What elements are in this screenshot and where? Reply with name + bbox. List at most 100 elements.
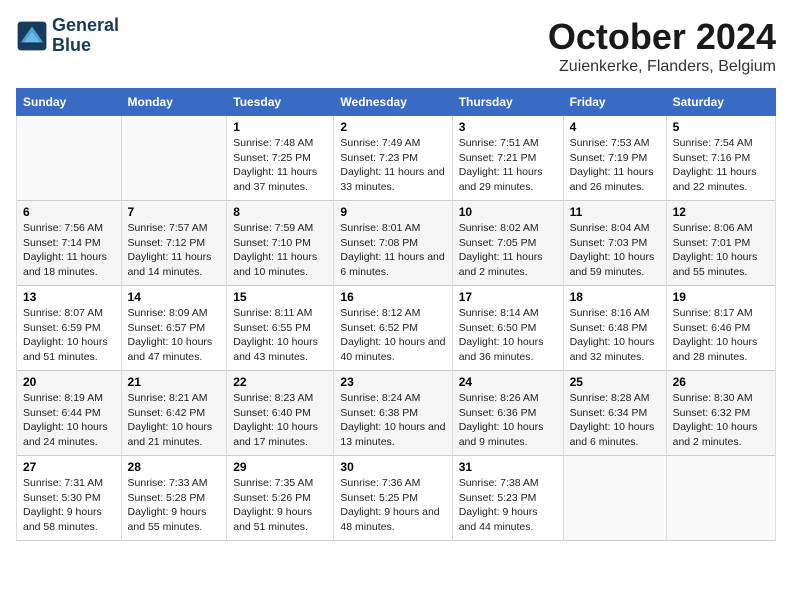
- day-info: Sunrise: 8:16 AM Sunset: 6:48 PM Dayligh…: [570, 306, 660, 365]
- day-info: Sunrise: 7:59 AM Sunset: 7:10 PM Dayligh…: [233, 221, 327, 280]
- day-number: 19: [673, 290, 769, 304]
- day-info: Sunrise: 7:36 AM Sunset: 5:25 PM Dayligh…: [340, 476, 445, 535]
- day-info: Sunrise: 7:51 AM Sunset: 7:21 PM Dayligh…: [459, 136, 557, 195]
- day-number: 8: [233, 205, 327, 219]
- calendar-table: SundayMondayTuesdayWednesdayThursdayFrid…: [16, 88, 776, 541]
- calendar-cell: 13Sunrise: 8:07 AM Sunset: 6:59 PM Dayli…: [17, 286, 122, 371]
- weekday-header: Tuesday: [227, 89, 334, 116]
- day-number: 12: [673, 205, 769, 219]
- calendar-cell: 12 Sunrise: 8:06 AM Sunset: 7:01 PM Dayli…: [666, 201, 775, 286]
- day-info: Sunrise: 7:48 AM Sunset: 7:25 PM Dayligh…: [233, 136, 327, 195]
- day-info: Sunrise: 8:01 AM Sunset: 7:08 PM Dayligh…: [340, 221, 445, 280]
- calendar-cell: 26Sunrise: 8:30 AM Sunset: 6:32 PM Dayli…: [666, 371, 775, 456]
- calendar-week-row: 27Sunrise: 7:31 AM Sunset: 5:30 PM Dayli…: [17, 456, 776, 541]
- day-number: 5: [673, 120, 769, 134]
- calendar-cell: 28 Sunrise: 7:33 AM Sunset: 5:28 PM Dayli…: [121, 456, 227, 541]
- day-number: 24: [459, 375, 557, 389]
- day-number: 25: [570, 375, 660, 389]
- day-info: Sunrise: 8:26 AM Sunset: 6:36 PM Dayligh…: [459, 391, 557, 450]
- header-row: SundayMondayTuesdayWednesdayThursdayFrid…: [17, 89, 776, 116]
- calendar-cell: 24 Sunrise: 8:26 AM Sunset: 6:36 PM Dayli…: [452, 371, 563, 456]
- day-number: 9: [340, 205, 445, 219]
- calendar-week-row: 1 Sunrise: 7:48 AM Sunset: 7:25 PM Daylig…: [17, 116, 776, 201]
- day-info: Sunrise: 7:33 AM Sunset: 5:28 PM Dayligh…: [128, 476, 221, 535]
- day-number: 31: [459, 460, 557, 474]
- subtitle: Zuienkerke, Flanders, Belgium: [548, 58, 776, 76]
- day-info: Sunrise: 8:23 AM Sunset: 6:40 PM Dayligh…: [233, 391, 327, 450]
- day-number: 7: [128, 205, 221, 219]
- day-info: Sunrise: 8:11 AM Sunset: 6:55 PM Dayligh…: [233, 306, 327, 365]
- logo: General Blue: [16, 16, 119, 56]
- day-info: Sunrise: 8:02 AM Sunset: 7:05 PM Dayligh…: [459, 221, 557, 280]
- weekday-header: Sunday: [17, 89, 122, 116]
- calendar-cell: 21 Sunrise: 8:21 AM Sunset: 6:42 PM Dayli…: [121, 371, 227, 456]
- calendar-cell: 8 Sunrise: 7:59 AM Sunset: 7:10 PM Daylig…: [227, 201, 334, 286]
- day-number: 1: [233, 120, 327, 134]
- calendar-week-row: 13Sunrise: 8:07 AM Sunset: 6:59 PM Dayli…: [17, 286, 776, 371]
- day-info: Sunrise: 8:21 AM Sunset: 6:42 PM Dayligh…: [128, 391, 221, 450]
- calendar-week-row: 6Sunrise: 7:56 AM Sunset: 7:14 PM Daylig…: [17, 201, 776, 286]
- calendar-cell: [563, 456, 666, 541]
- day-number: 18: [570, 290, 660, 304]
- calendar-cell: [666, 456, 775, 541]
- title-area: October 2024 Zuienkerke, Flanders, Belgi…: [548, 16, 776, 76]
- calendar-cell: 19 Sunrise: 8:17 AM Sunset: 6:46 PM Dayli…: [666, 286, 775, 371]
- weekday-header: Friday: [563, 89, 666, 116]
- day-number: 15: [233, 290, 327, 304]
- day-info: Sunrise: 8:28 AM Sunset: 6:34 PM Dayligh…: [570, 391, 660, 450]
- calendar-cell: 16Sunrise: 8:12 AM Sunset: 6:52 PM Dayli…: [334, 286, 452, 371]
- calendar-cell: 9 Sunrise: 8:01 AM Sunset: 7:08 PM Daylig…: [334, 201, 452, 286]
- calendar-cell: 25 Sunrise: 8:28 AM Sunset: 6:34 PM Dayli…: [563, 371, 666, 456]
- calendar-cell: 10 Sunrise: 8:02 AM Sunset: 7:05 PM Dayli…: [452, 201, 563, 286]
- day-number: 17: [459, 290, 557, 304]
- day-info: Sunrise: 7:49 AM Sunset: 7:23 PM Dayligh…: [340, 136, 445, 195]
- day-info: Sunrise: 8:24 AM Sunset: 6:38 PM Dayligh…: [340, 391, 445, 450]
- day-info: Sunrise: 8:07 AM Sunset: 6:59 PM Dayligh…: [23, 306, 115, 365]
- calendar-cell: 22 Sunrise: 8:23 AM Sunset: 6:40 PM Dayli…: [227, 371, 334, 456]
- calendar-cell: 1 Sunrise: 7:48 AM Sunset: 7:25 PM Daylig…: [227, 116, 334, 201]
- calendar-cell: 6Sunrise: 7:56 AM Sunset: 7:14 PM Daylig…: [17, 201, 122, 286]
- day-number: 11: [570, 205, 660, 219]
- day-info: Sunrise: 7:57 AM Sunset: 7:12 PM Dayligh…: [128, 221, 221, 280]
- day-number: 14: [128, 290, 221, 304]
- weekday-header: Wednesday: [334, 89, 452, 116]
- calendar-cell: 7 Sunrise: 7:57 AM Sunset: 7:12 PM Daylig…: [121, 201, 227, 286]
- day-number: 3: [459, 120, 557, 134]
- day-number: 27: [23, 460, 115, 474]
- day-number: 30: [340, 460, 445, 474]
- day-number: 21: [128, 375, 221, 389]
- day-info: Sunrise: 7:35 AM Sunset: 5:26 PM Dayligh…: [233, 476, 327, 535]
- logo-icon: [16, 20, 48, 52]
- calendar-cell: 15 Sunrise: 8:11 AM Sunset: 6:55 PM Dayli…: [227, 286, 334, 371]
- calendar-cell: 2 Sunrise: 7:49 AM Sunset: 7:23 PM Daylig…: [334, 116, 452, 201]
- calendar-cell: 3 Sunrise: 7:51 AM Sunset: 7:21 PM Daylig…: [452, 116, 563, 201]
- logo-line1: General: [52, 16, 119, 36]
- calendar-cell: 11Sunrise: 8:04 AM Sunset: 7:03 PM Dayli…: [563, 201, 666, 286]
- day-number: 10: [459, 205, 557, 219]
- main-title: October 2024: [548, 16, 776, 58]
- day-number: 20: [23, 375, 115, 389]
- calendar-cell: 20 Sunrise: 8:19 AM Sunset: 6:44 PM Dayli…: [17, 371, 122, 456]
- day-info: Sunrise: 8:17 AM Sunset: 6:46 PM Dayligh…: [673, 306, 769, 365]
- day-info: Sunrise: 8:19 AM Sunset: 6:44 PM Dayligh…: [23, 391, 115, 450]
- day-number: 22: [233, 375, 327, 389]
- calendar-week-row: 20 Sunrise: 8:19 AM Sunset: 6:44 PM Dayli…: [17, 371, 776, 456]
- calendar-cell: [121, 116, 227, 201]
- day-info: Sunrise: 8:09 AM Sunset: 6:57 PM Dayligh…: [128, 306, 221, 365]
- day-number: 2: [340, 120, 445, 134]
- calendar-cell: 30 Sunrise: 7:36 AM Sunset: 5:25 PM Dayli…: [334, 456, 452, 541]
- calendar-cell: 29 Sunrise: 7:35 AM Sunset: 5:26 PM Dayli…: [227, 456, 334, 541]
- day-info: Sunrise: 7:53 AM Sunset: 7:19 PM Dayligh…: [570, 136, 660, 195]
- day-info: Sunrise: 8:06 AM Sunset: 7:01 PM Dayligh…: [673, 221, 769, 280]
- weekday-header: Saturday: [666, 89, 775, 116]
- calendar-cell: 18 Sunrise: 8:16 AM Sunset: 6:48 PM Dayli…: [563, 286, 666, 371]
- weekday-header: Thursday: [452, 89, 563, 116]
- calendar-cell: 5 Sunrise: 7:54 AM Sunset: 7:16 PM Daylig…: [666, 116, 775, 201]
- calendar-cell: 31 Sunrise: 7:38 AM Sunset: 5:23 PM Dayli…: [452, 456, 563, 541]
- day-number: 29: [233, 460, 327, 474]
- day-number: 28: [128, 460, 221, 474]
- calendar-cell: 17Sunrise: 8:14 AM Sunset: 6:50 PM Dayli…: [452, 286, 563, 371]
- day-info: Sunrise: 7:38 AM Sunset: 5:23 PM Dayligh…: [459, 476, 557, 535]
- day-info: Sunrise: 7:54 AM Sunset: 7:16 PM Dayligh…: [673, 136, 769, 195]
- calendar-cell: 27Sunrise: 7:31 AM Sunset: 5:30 PM Dayli…: [17, 456, 122, 541]
